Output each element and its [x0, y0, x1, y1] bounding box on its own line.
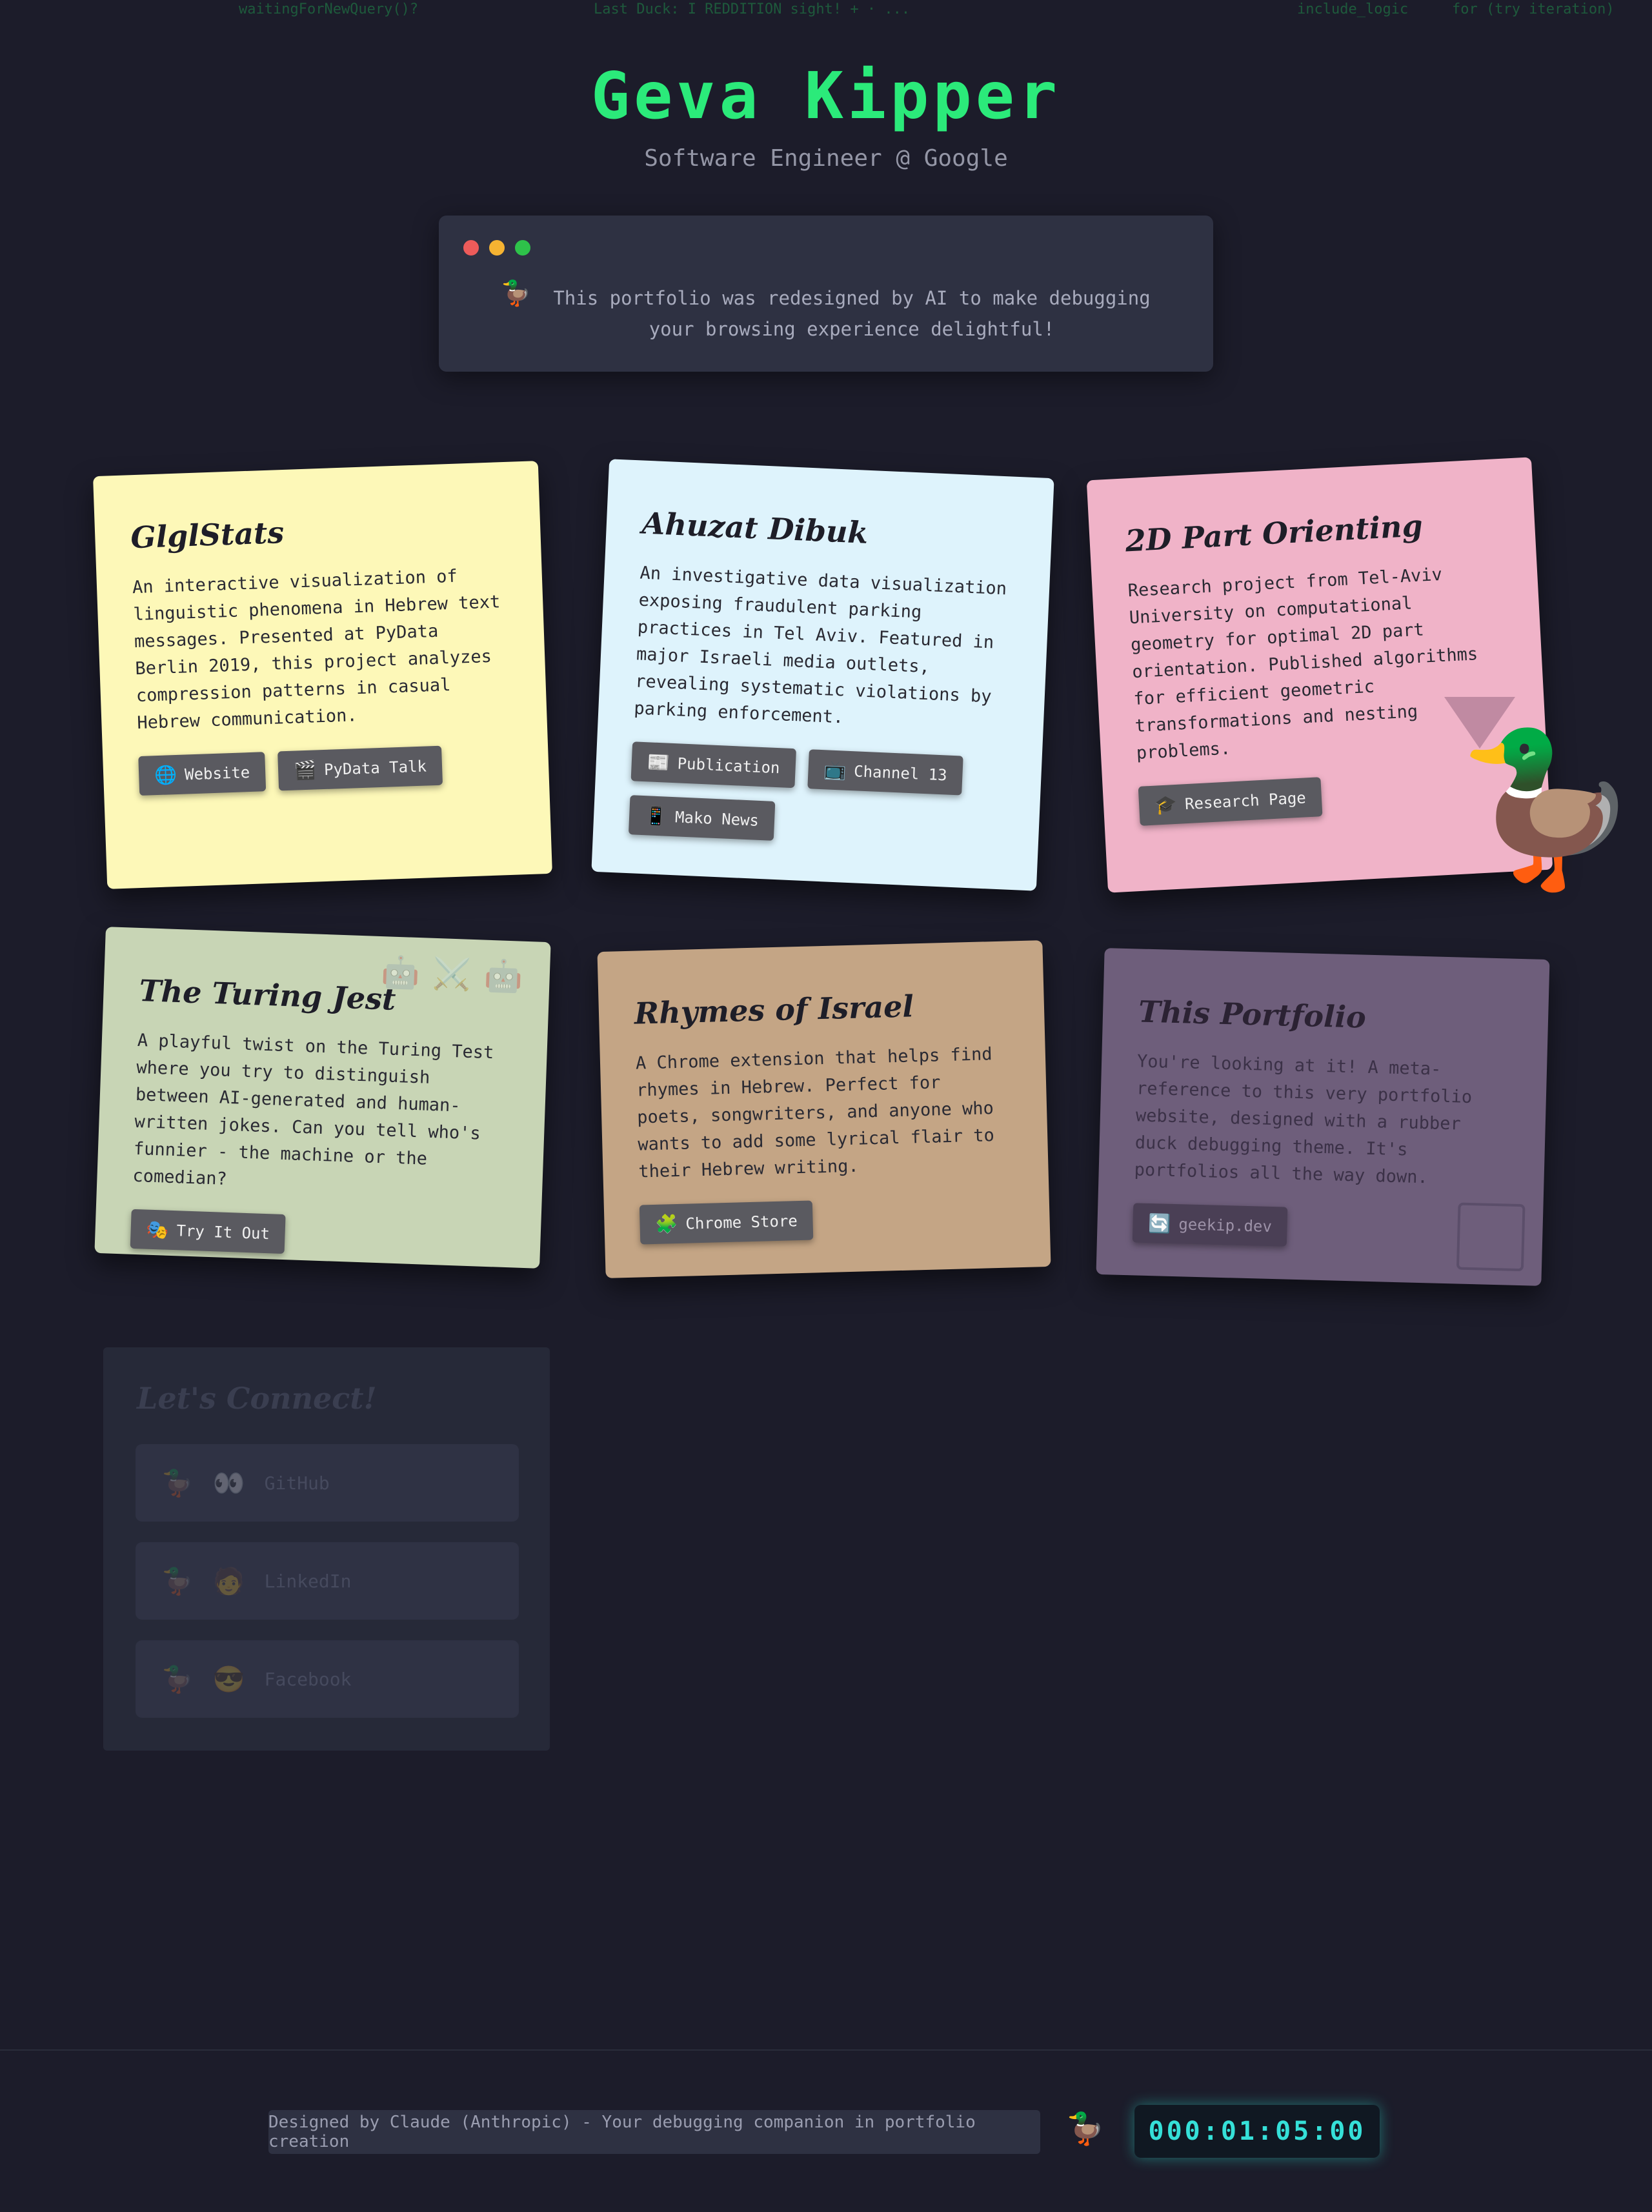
research-page-button[interactable]: 🎓 Research Page [1138, 777, 1323, 826]
project-description: An interactive visualization of linguist… [132, 566, 501, 734]
refresh-icon: 🔄 [1148, 1212, 1171, 1234]
project-card-rhymes-of-israel: Rhymes of Israel A Chrome extension that… [597, 940, 1051, 1278]
try-it-out-button[interactable]: 🎭 Try It Out [130, 1209, 287, 1254]
maximize-dot [515, 240, 530, 256]
footer-credit: Designed by Claude (Anthropic) - Your de… [268, 2110, 1040, 2154]
project-card-this-portfolio: This Portfolio You're looking at it! A m… [1096, 948, 1550, 1286]
close-dot [463, 240, 479, 256]
website-button[interactable]: 🌐 Website [138, 752, 267, 796]
linkedin-link[interactable]: 🦆 🧑 LinkedIn [136, 1542, 519, 1620]
social-label: Facebook [264, 1668, 352, 1690]
button-label: Try It Out [176, 1221, 270, 1243]
page-title: Geva Kipper [590, 58, 1062, 134]
duck-icon: 🦆 [161, 1566, 194, 1596]
pydata-talk-button[interactable]: 🎬 PyData Talk [277, 745, 443, 791]
button-label: Research Page [1184, 788, 1307, 813]
facebook-link[interactable]: 🦆 😎 Facebook [136, 1640, 519, 1718]
debug-timer: 000:01:05:00 [1134, 2105, 1380, 2158]
newspaper-icon: 📰 [647, 751, 670, 774]
button-label: Publication [677, 754, 781, 777]
puzzle-icon: 🧩 [655, 1212, 678, 1235]
code-ticker: waitingForNewQuery()? Last Duck: I REDDI… [0, 0, 1652, 19]
duck-icon: 🦆 [1066, 2111, 1105, 2147]
duck-icon: 🦆 [161, 1664, 194, 1694]
project-title: GlglStats [130, 514, 285, 556]
footer-divider [0, 2049, 1652, 2051]
project-title: Rhymes of Israel [634, 989, 914, 1031]
publication-button[interactable]: 📰 Publication [630, 741, 796, 789]
page-subtitle: Software Engineer @ Google [644, 145, 1008, 172]
minimize-dot [489, 240, 505, 256]
social-label: GitHub [264, 1472, 330, 1494]
connect-section: Let's Connect! 🦆 👀 GitHub 🦆 🧑 LinkedIn 🦆… [103, 1347, 550, 1751]
geekip-dev-button[interactable]: 🔄 geekip.dev [1132, 1203, 1288, 1247]
project-description: A playful twist on the Turing Test where… [132, 1030, 494, 1189]
clapper-icon: 🎬 [293, 759, 317, 781]
phone-icon: 📱 [644, 805, 668, 827]
project-title: Ahuzat Dibuk [641, 505, 869, 550]
project-description: A Chrome extension that helps find rhyme… [635, 1044, 995, 1182]
ticker-text: include_logic [1297, 1, 1409, 17]
button-label: Channel 13 [853, 761, 948, 785]
chrome-store-button[interactable]: 🧩 Chrome Store [639, 1200, 814, 1245]
duck-mascot-icon[interactable]: 🦆 [1455, 723, 1640, 896]
ticker-text: for (try iteration) [1452, 1, 1615, 17]
person-icon: 🧑 [212, 1566, 245, 1596]
project-card-turing-jest: 🤖⚔️🤖 The Turing Jest A playful twist on … [94, 927, 551, 1269]
project-card-ahuzat-dibuk: Ahuzat Dibuk An investigative data visua… [591, 459, 1054, 891]
mako-news-button[interactable]: 📱 Mako News [628, 795, 776, 841]
connect-title: Let's Connect! [137, 1381, 377, 1416]
sunglasses-icon: 😎 [212, 1664, 245, 1694]
graduation-cap-icon: 🎓 [1154, 793, 1178, 816]
ticker-text: waitingForNewQuery()? [239, 1, 419, 17]
eyes-icon: 👀 [212, 1468, 245, 1498]
ticker-text: Last Duck: I REDDITION sight! + · ... [594, 1, 911, 17]
mini-portfolio-frame [1456, 1202, 1526, 1272]
duck-icon: 🦆 [161, 1468, 194, 1498]
tv-icon: 📺 [823, 759, 847, 781]
terminal-message: This portfolio was redesigned by AI to m… [553, 287, 1151, 340]
button-label: Website [184, 763, 250, 784]
button-label: Mako News [674, 807, 760, 830]
project-title: This Portfolio [1138, 994, 1367, 1035]
button-label: geekip.dev [1178, 1214, 1273, 1236]
theater-masks-icon: 🎭 [146, 1218, 170, 1241]
github-link[interactable]: 🦆 👀 GitHub [136, 1444, 519, 1522]
terminal-body: 🦆 This portfolio was redesigned by AI to… [439, 279, 1213, 345]
project-title: 2D Part Orienting [1124, 508, 1424, 559]
social-label: LinkedIn [264, 1570, 352, 1592]
duck-icon: 🦆 [501, 279, 532, 307]
globe-icon: 🌐 [154, 763, 177, 787]
channel-13-button[interactable]: 📺 Channel 13 [807, 749, 963, 796]
button-label: PyData Talk [323, 756, 427, 779]
robot-battle-decoration: 🤖⚔️🤖 [380, 954, 536, 996]
project-card-glglstats: GlglStats An interactive visualization o… [93, 461, 552, 889]
button-label: Chrome Store [685, 1211, 798, 1233]
project-description: You're looking at it! A meta-reference t… [1134, 1051, 1473, 1188]
terminal-banner: 🦆 This portfolio was redesigned by AI to… [439, 216, 1213, 372]
project-description: An investigative data visualization expo… [633, 563, 1007, 728]
